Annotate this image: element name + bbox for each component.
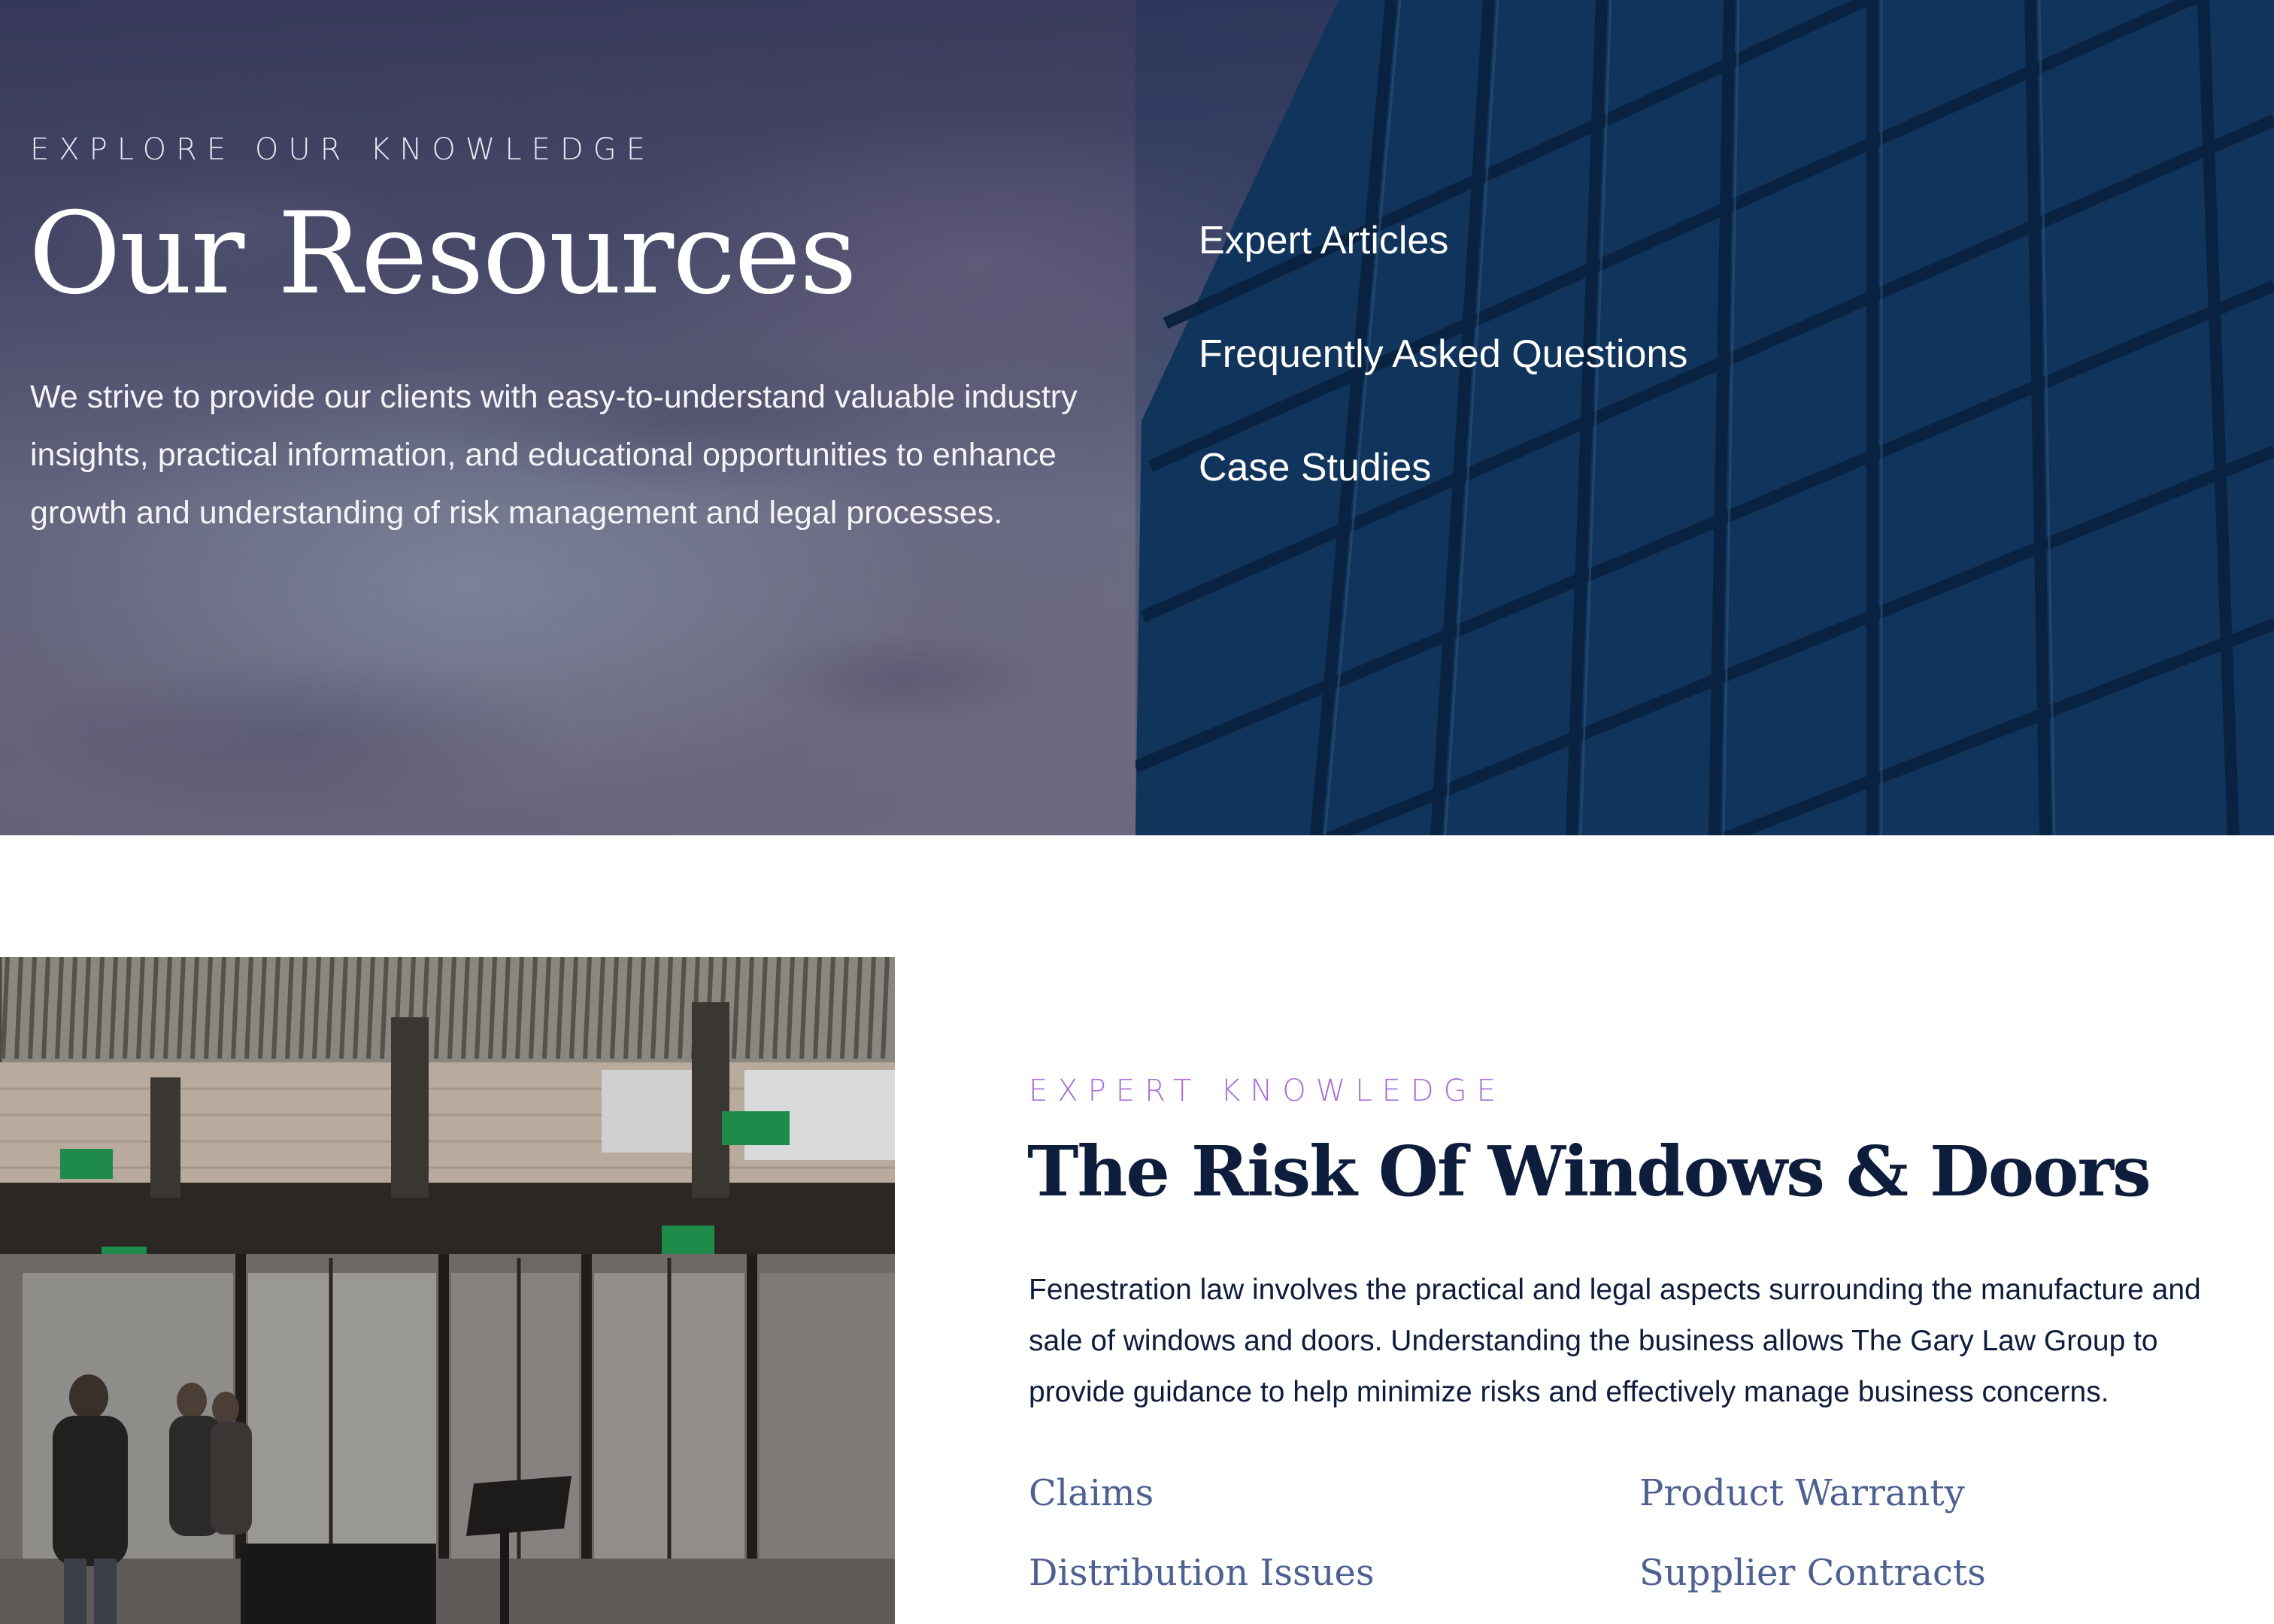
expert-articles-link[interactable]: Expert Articles bbox=[1199, 218, 1687, 263]
supplier-contracts-link[interactable]: Supplier Contracts bbox=[1639, 1547, 2232, 1598]
page-title: Our Resources bbox=[29, 189, 857, 320]
resources-hero: EXPLORE OUR KNOWLEDGE Our Resources We s… bbox=[0, 0, 2274, 835]
faq-link[interactable]: Frequently Asked Questions bbox=[1199, 332, 1687, 377]
topic-links: Claims Product Warranty Distribution Iss… bbox=[1029, 1468, 2232, 1598]
section-eyebrow: EXPERT KNOWLEDGE bbox=[1029, 1074, 1505, 1108]
hero-eyebrow: EXPLORE OUR KNOWLEDGE bbox=[30, 132, 656, 167]
resource-links: Expert Articles Frequently Asked Questio… bbox=[1199, 218, 1687, 559]
distribution-issues-link[interactable]: Distribution Issues bbox=[1029, 1547, 1639, 1598]
claims-link[interactable]: Claims bbox=[1029, 1468, 1639, 1519]
section-description: Fenestration law involves the practical … bbox=[1029, 1274, 2201, 1408]
section-title: The Risk Of Windows & Doors bbox=[1027, 1131, 2151, 1212]
hero-description: We strive to provide our clients with ea… bbox=[30, 379, 1078, 531]
case-studies-link[interactable]: Case Studies bbox=[1199, 445, 1687, 490]
product-warranty-link[interactable]: Product Warranty bbox=[1639, 1468, 2232, 1519]
storefront-doors-image bbox=[0, 957, 895, 1624]
